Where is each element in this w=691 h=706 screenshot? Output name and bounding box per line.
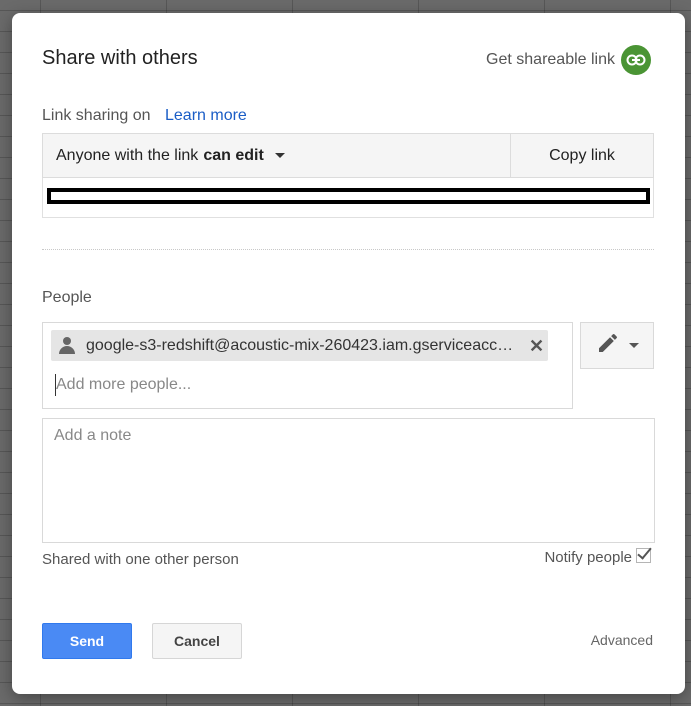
person-chip[interactable]: google-s3-redshift@acoustic-mix-260423.i… — [51, 330, 548, 361]
dropdown-arrow-icon — [274, 153, 285, 158]
shared-with-summary: Shared with one other person — [42, 551, 239, 568]
add-note-field[interactable] — [42, 418, 655, 543]
link-sharing-row: Anyone with the link can edit Copy link — [42, 133, 654, 178]
people-label: People — [42, 289, 92, 306]
person-chip-email: google-s3-redshift@acoustic-mix-260423.i… — [86, 336, 520, 354]
get-shareable-link-label: Get shareable link — [486, 51, 615, 68]
notify-people-label: Notify people — [544, 549, 632, 566]
redacted-url — [47, 188, 650, 204]
access-level-text: can edit — [203, 146, 264, 164]
permission-dropdown-button[interactable] — [580, 322, 654, 369]
link-icon — [621, 45, 651, 75]
checkmark-icon — [637, 543, 652, 560]
share-url-field[interactable] — [42, 178, 654, 218]
notify-checkbox[interactable] — [636, 543, 652, 563]
cancel-button[interactable]: Cancel — [152, 623, 242, 659]
send-button[interactable]: Send — [42, 623, 132, 659]
get-shareable-link-button[interactable]: Get shareable link — [486, 45, 651, 75]
pencil-icon — [596, 331, 620, 360]
chevron-down-icon — [628, 343, 639, 348]
remove-person-icon[interactable]: ✕ — [529, 337, 544, 355]
dialog-title: Share with others — [42, 47, 198, 69]
copy-link-button[interactable]: Copy link — [510, 134, 653, 177]
people-input-box[interactable]: google-s3-redshift@acoustic-mix-260423.i… — [42, 322, 573, 409]
link-access-dropdown[interactable]: Anyone with the link can edit — [43, 134, 510, 177]
person-icon — [59, 336, 75, 355]
advanced-link[interactable]: Advanced — [591, 632, 653, 648]
link-sharing-status: Link sharing on — [42, 107, 151, 124]
share-dialog: Share with others Get shareable link Lin… — [12, 13, 685, 694]
add-people-input[interactable] — [55, 374, 556, 396]
notify-people-toggle[interactable]: Notify people — [544, 543, 652, 566]
section-divider — [42, 249, 654, 250]
access-prefix-text: Anyone with the link — [56, 146, 199, 164]
learn-more-link[interactable]: Learn more — [165, 107, 247, 125]
